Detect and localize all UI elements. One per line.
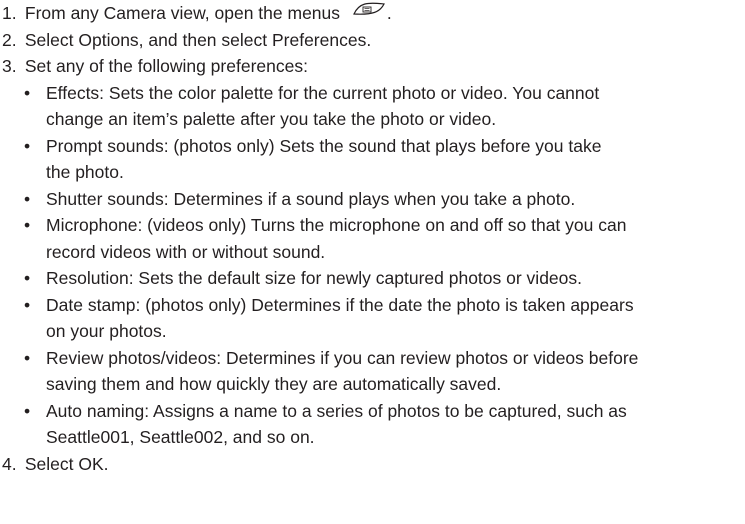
preference-description: Sets the color palette for the current p… [104,82,600,103]
step-4: 4. Select OK. [0,451,745,478]
preferences-list: • Effects: Sets the color palette for the… [0,80,745,451]
step-number: 4. [2,453,17,474]
preference-term: Shutter sounds: [46,188,169,209]
step-text-trailing: . [386,3,392,23]
preference-description: (photos only) Determines if the date the… [140,294,634,315]
step-number: 1. [2,3,17,23]
preference-term: Review photos/videos: [46,347,222,368]
list-item-review-photos-videos: • Review photos/videos: Determines if you… [0,345,745,398]
preference-term: Auto naming: [46,400,150,421]
list-item-microphone: • Microphone: (videos only) Turns the mic… [0,212,745,265]
list-item-prompt-sounds: • Prompt sounds: (photos only) Sets the s… [0,133,745,186]
list-item-date-stamp: • Date stamp: (photos only) Determines if… [0,292,745,345]
bullet: • [24,135,31,156]
preference-description: Sets the default size for newly captured… [133,268,583,288]
bullet: • [24,268,31,288]
bullet: • [24,188,31,209]
preference-description-cont: change an item’s palette after you take … [46,109,497,129]
preference-term: Resolution: [46,268,134,288]
preference-description-cont: saving them and how quickly they are aut… [46,374,502,394]
list-item-auto-naming: • Auto naming: Assigns a name to a series… [0,398,745,451]
bullet: • [24,294,31,315]
list-item-effects: • Effects: Sets the color palette for the… [0,80,745,133]
preference-description: Assigns a name to a series of photos to … [149,400,627,421]
preference-description: Determines if you can review photos or v… [221,347,639,368]
step-text: Select OK. [24,453,109,474]
preference-description-cont: record videos with or without sound. [46,241,326,262]
bullet: • [24,215,31,235]
menu-key-icon [351,0,387,26]
bullet: • [24,347,31,368]
step-number: 3. [2,56,17,76]
step-text: Select Options, and then select Preferen… [24,29,372,50]
preference-description: (photos only) Sets the sound that plays … [168,135,602,156]
preference-term: Prompt sounds: [46,135,169,156]
step-1: 1. From any Camera view, open the menus … [0,0,745,27]
step-text: Set any of the following preferences: [24,56,308,76]
preference-description-cont: Seattle001, Seattle002, and so on. [46,427,315,447]
list-item-shutter-sounds: • Shutter sounds: Determines if a sound p… [0,186,745,213]
preference-description: (videos only) Turns the microphone on an… [142,215,627,235]
preference-term: Effects: [46,82,105,103]
step-number: 2. [2,29,17,50]
step-2: 2. Select Options, and then select Prefe… [0,27,745,54]
preference-description-cont: on your photos. [46,321,167,341]
preference-term: Date stamp: [46,294,141,315]
bullet: • [24,82,31,103]
list-item-resolution: • Resolution: Sets the default size for n… [0,265,745,292]
bullet: • [24,400,31,421]
step-text: From any Camera view, open the menus [24,3,341,23]
preference-description: Determines if a sound plays when you tak… [168,188,576,209]
preference-term: Microphone: [46,215,143,235]
instructions-page: 1. From any Camera view, open the menus … [0,0,745,524]
step-3: 3. Set any of the following preferences: [0,53,745,80]
preference-description-cont: the photo. [46,162,124,182]
